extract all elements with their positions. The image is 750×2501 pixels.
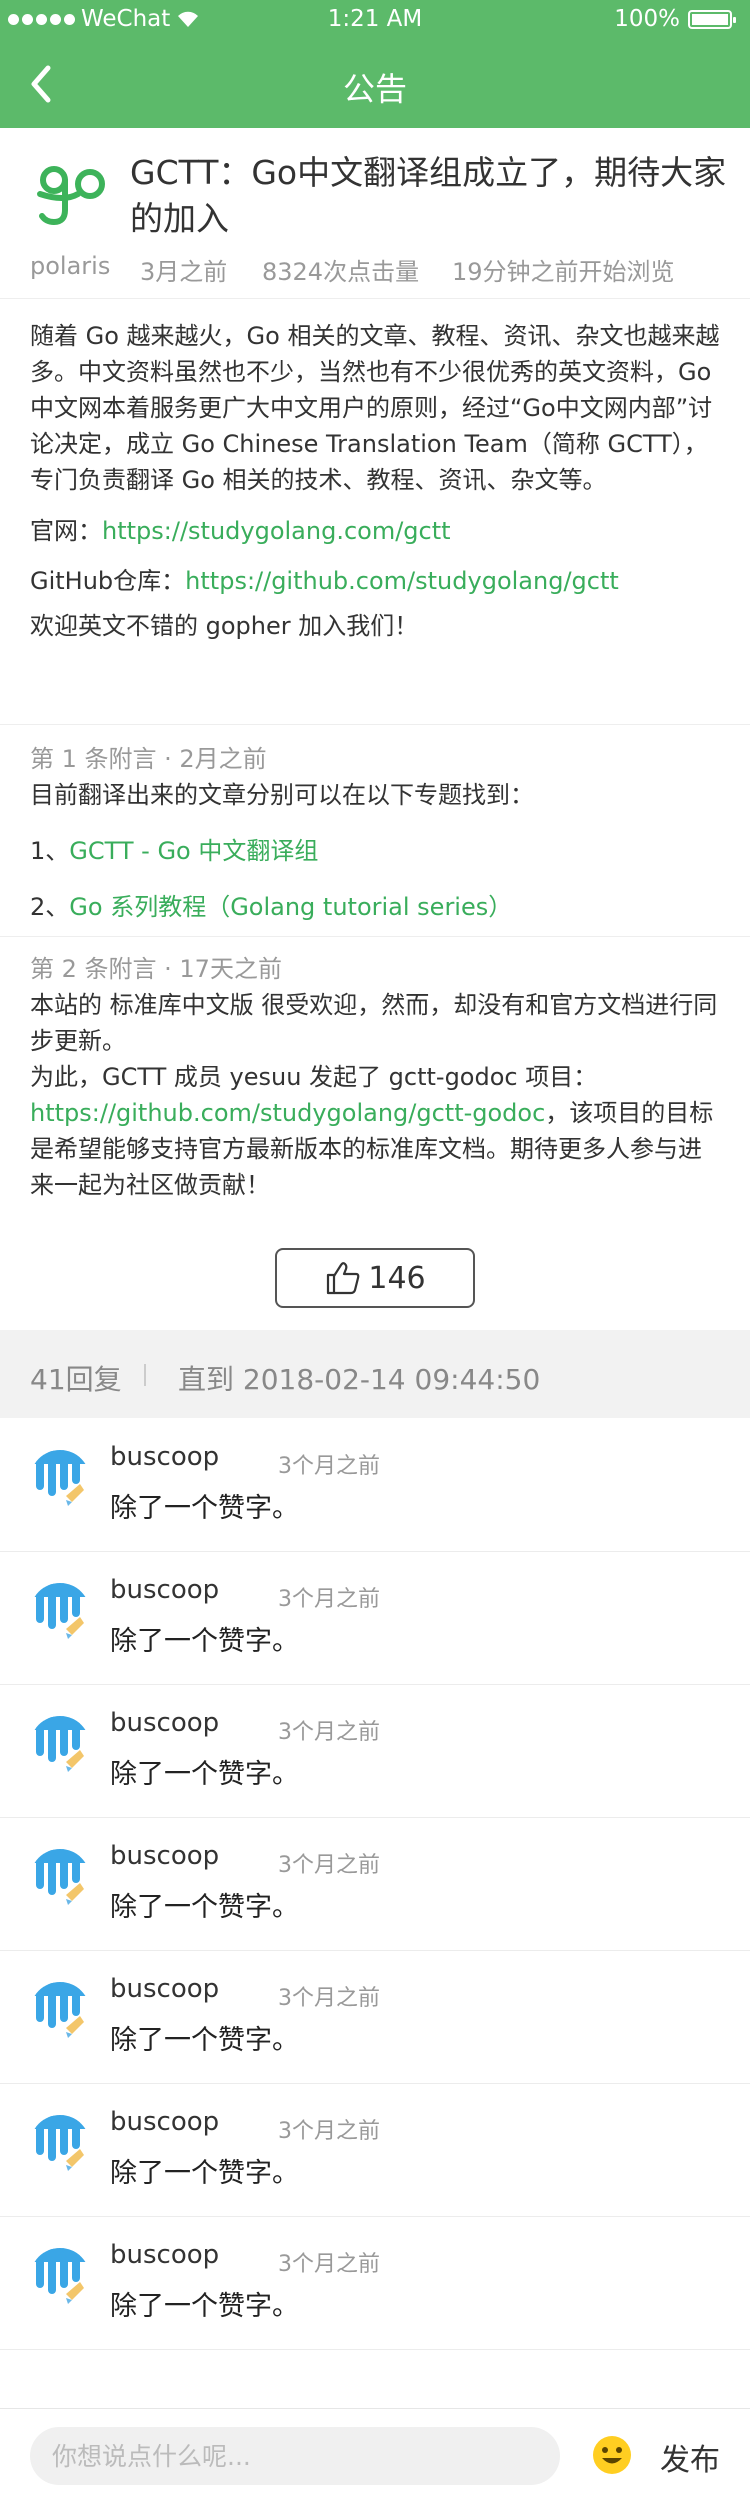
avatar[interactable] [30,1982,90,2042]
comment-text: 除了一个赞字。 [110,1626,299,1657]
comment-author[interactable]: buscoop [110,2240,219,2270]
comment-author[interactable]: buscoop [110,2107,219,2137]
comment-author[interactable]: buscoop [110,1974,219,2004]
battery-icon [688,9,736,29]
post-header: GCTT：Go中文翻译组成立了，期待大家的加入 polaris 3月之前 832… [0,128,750,299]
avatar[interactable] [30,1849,90,1909]
post-body: 随着 Go 越来越火，Go 相关的文章、教程、资讯、杂文也越来越多。中文资料虽然… [30,318,722,646]
header: WeChat 1:21 AM 100% 公告 [0,0,750,128]
comment-text: 除了一个赞字。 [110,2025,299,2056]
comment-time: 3个月之前 [278,2252,380,2277]
status-bar: WeChat 1:21 AM 100% [0,0,750,40]
avatar[interactable] [30,1583,90,1643]
thumbs-up-icon [327,1262,360,1295]
reply-count: 41回复 [30,1363,122,1396]
appendix-1: 第 1 条附言 · 2月之前 目前翻译出来的文章分别可以在以下专题找到： 1、G… [0,724,750,937]
comment-item[interactable]: buscoop 3个月之前 除了一个赞字。 [0,1418,750,1552]
post-title: GCTT：Go中文翻译组成立了，期待大家的加入 [130,153,727,238]
appendix-text-with-link: https://github.com/studygolang/gctt-godo… [30,1099,714,1199]
comment-item[interactable]: buscoop 3个月之前 除了一个赞字。 [0,1551,750,1685]
comment-text: 除了一个赞字。 [110,1759,299,1790]
appendix-header: 第 2 条附言 · 17天之前 [30,955,282,983]
page-title: 公告 [342,70,407,108]
go-logo [30,158,112,240]
comment-author[interactable]: buscoop [110,1575,219,1605]
comment-time: 3个月之前 [278,1853,380,1878]
like-button[interactable]: 146 [275,1248,475,1308]
comment-text: 除了一个赞字。 [110,2291,299,2322]
github-link[interactable]: https://github.com/studygolang/gctt [185,567,619,595]
avatar[interactable] [30,2115,90,2175]
appendix-header: 第 1 条附言 · 2月之前 [30,745,267,773]
official-site-row: 官网：https://studygolang.com/gctt [30,506,722,556]
comment-time: 3个月之前 [278,1587,380,1612]
comment-author[interactable]: buscoop [110,1841,219,1871]
avatar[interactable] [30,2248,90,2308]
emoji-icon[interactable] [592,2435,632,2475]
view-count: 8324次点击量 [262,258,420,286]
comment-item[interactable]: buscoop 3个月之前 除了一个赞字。 [0,1950,750,2084]
gctt-godoc-link[interactable]: https://github.com/studygolang/gctt-godo… [30,1099,545,1127]
avatar[interactable] [30,1716,90,1776]
comment-text: 除了一个赞字。 [110,2158,299,2189]
comment-item[interactable]: buscoop 3个月之前 除了一个赞字。 [0,1684,750,1818]
appendix-text: 本站的 标准库中文版 很受欢迎，然而，却没有和官方文档进行同步更新。 [30,991,718,1055]
comment-time: 3个月之前 [278,1986,380,2011]
nav-bar: 公告 [0,40,750,128]
comment-time: 3个月之前 [278,1720,380,1745]
topic-link-gctt[interactable]: GCTT - Go 中文翻译组 [69,837,318,865]
publish-button[interactable]: 发布 [660,2435,720,2479]
appendix-text: 为此，GCTT 成员 yesuu 发起了 gctt-godoc 项目： [30,1063,598,1091]
comment-author[interactable]: buscoop [110,1708,219,1738]
post-body-text: 随着 Go 越来越火，Go 相关的文章、教程、资讯、杂文也越来越多。中文资料虽然… [30,322,720,494]
like-count: 146 [368,1260,426,1296]
comment-author[interactable]: buscoop [110,1442,219,1472]
battery-percent: 100% [614,6,680,32]
appendix-2: 第 2 条附言 · 17天之前 本站的 标准库中文版 很受欢迎，然而，却没有和官… [0,936,750,1237]
author-name[interactable]: polaris [30,252,140,287]
appendix-item: 1、GCTT - Go 中文翻译组 [30,837,319,865]
comment-item[interactable]: buscoop 3个月之前 除了一个赞字。 [0,2083,750,2217]
github-label: GitHub仓库： [30,567,186,595]
last-reply-time: 直到 2018-02-14 09:44:50 [178,1363,541,1396]
github-row: GitHub仓库：https://github.com/studygolang/… [30,556,722,606]
official-link[interactable]: https://studygolang.com/gctt [102,517,451,545]
reply-bar: 发布 [0,2408,750,2501]
reply-input[interactable] [30,2427,560,2485]
divider [144,1364,146,1386]
welcome-text: 欢迎英文不错的 gopher 加入我们！ [30,612,419,640]
comment-item[interactable]: buscoop 3个月之前 除了一个赞字。 [0,2216,750,2350]
comment-time: 3个月之前 [278,1454,380,1479]
avatar[interactable] [30,1450,90,1510]
comment-item[interactable]: buscoop 3个月之前 除了一个赞字。 [0,1817,750,1951]
post-age: 3月之前 [140,258,228,286]
appendix-intro: 目前翻译出来的文章分别可以在以下专题找到： [30,781,534,809]
comment-text: 除了一个赞字。 [110,1493,299,1524]
browse-time: 19分钟之前开始浏览 [452,258,675,286]
appendix-item: 2、Go 系列教程（Golang tutorial series） [30,893,513,921]
comment-time: 3个月之前 [278,2119,380,2144]
topic-link-tutorial[interactable]: Go 系列教程（Golang tutorial series） [69,893,512,921]
official-label: 官网： [30,517,102,545]
post-meta: polaris 3月之前 8324次点击量 19分钟之前开始浏览 [30,252,675,287]
replies-summary: 41回复 直到 2018-02-14 09:44:50 [0,1330,750,1418]
comment-text: 除了一个赞字。 [110,1892,299,1923]
